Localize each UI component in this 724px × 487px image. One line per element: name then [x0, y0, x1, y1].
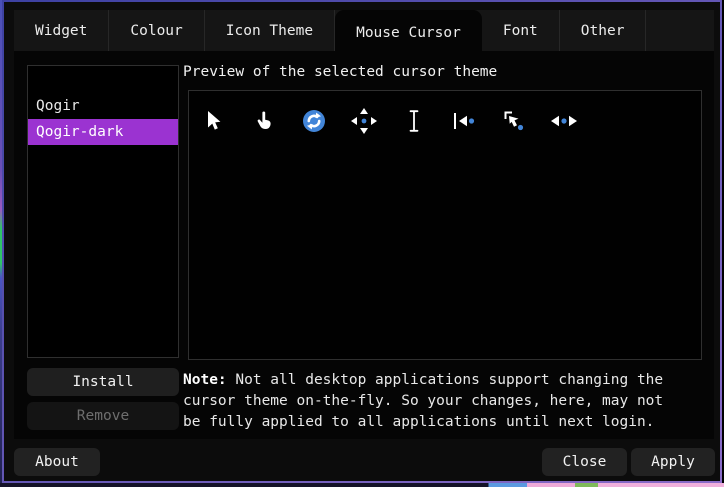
cursor-preview-box [188, 90, 702, 360]
tab-mouse-cursor[interactable]: Mouse Cursor [335, 10, 482, 55]
horizontal-resize-cursor-icon [539, 103, 589, 139]
cursor-preview-row [189, 103, 701, 139]
hand-cursor-icon [239, 103, 289, 139]
preview-label: Preview of the selected cursor theme [183, 64, 498, 80]
list-item-qogir-dark[interactable]: Qogir-dark [28, 119, 178, 145]
left-pointer-cursor-icon [189, 103, 239, 139]
tab-icon-theme[interactable]: Icon Theme [205, 10, 336, 51]
tab-font[interactable]: Font [482, 10, 560, 51]
close-button[interactable]: Close [542, 448, 627, 476]
tab-widget[interactable]: Widget [14, 10, 110, 51]
remove-button[interactable]: Remove [27, 402, 179, 430]
install-button[interactable]: Install [27, 368, 179, 396]
move-cursor-icon [339, 103, 389, 139]
note-prefix: Note: [183, 372, 227, 388]
cursor-theme-list: Qogir Qogir-dark [27, 65, 179, 358]
busy-spinner-cursor-icon [289, 103, 339, 139]
note-line3: be fully applied to all applications unt… [183, 414, 655, 430]
left-edge-cursor-icon [439, 103, 489, 139]
text-ibeam-cursor-icon [389, 103, 439, 139]
tab-other[interactable]: Other [560, 10, 647, 51]
note-line1: Not all desktop applications support cha… [226, 372, 664, 388]
note-line2: cursor theme on-the-fly. So your changes… [183, 393, 664, 409]
desktop-wallpaper-bottom-edge [0, 483, 724, 487]
mouse-cursor-page: Qogir Qogir-dark Preview of the selected… [14, 51, 714, 439]
about-button[interactable]: About [14, 448, 100, 476]
list-item-qogir[interactable]: Qogir [28, 93, 178, 119]
apply-button[interactable]: Apply [631, 448, 715, 476]
lxappearance-window: Widget Colour Icon Theme Mouse Cursor Fo… [2, 0, 722, 483]
tab-colour[interactable]: Colour [109, 10, 205, 51]
cursor-note-text: Note: Not all desktop applications suppo… [183, 370, 711, 433]
settings-tab-bar: Widget Colour Icon Theme Mouse Cursor Fo… [14, 10, 714, 55]
top-left-corner-resize-cursor-icon [489, 103, 539, 139]
